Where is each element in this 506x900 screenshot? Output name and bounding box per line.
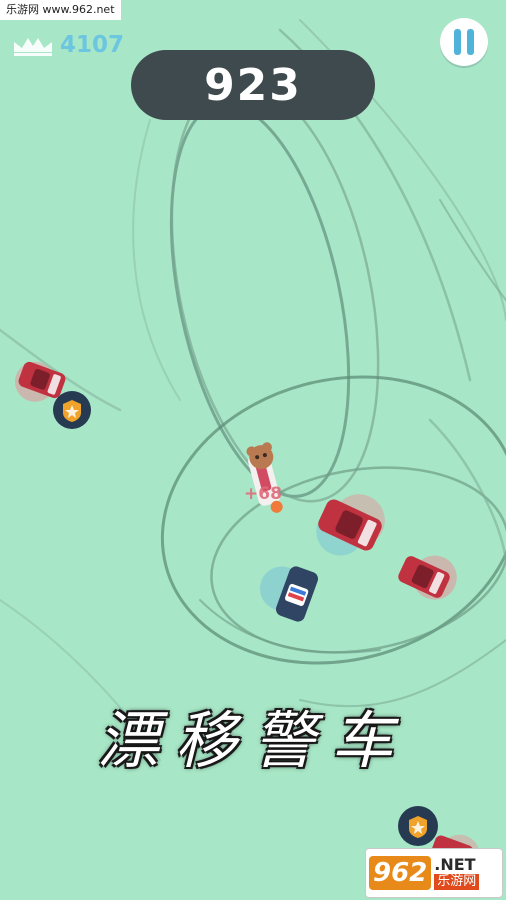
brand-name: 乐游网: [434, 874, 480, 890]
red-car-2: [316, 494, 385, 556]
brand-logo: 962 .NET 乐游网: [365, 848, 503, 898]
best-score-value: 4107: [60, 32, 125, 58]
pause-icon: [454, 29, 474, 55]
player-driver: [246, 442, 283, 513]
police-badge-icon-2: [398, 806, 438, 846]
brand-right: .NET 乐游网: [434, 855, 480, 890]
combo-text: +68: [244, 484, 282, 504]
score-panel: 923: [131, 50, 375, 120]
police-car: [259, 566, 319, 622]
game-stage[interactable]: { "watermark": { "text": "乐游网 www.962.ne…: [0, 0, 506, 900]
pause-button[interactable]: [440, 18, 488, 66]
police-badge-icon: [53, 391, 91, 429]
crown-icon: [14, 38, 52, 56]
best-score: 4107: [12, 32, 124, 58]
brand-net: .NET: [434, 855, 476, 874]
current-score: 923: [204, 59, 302, 111]
watermark-top: 乐游网 www.962.net: [0, 0, 121, 20]
brand-number: 962: [369, 856, 432, 890]
red-car-3: [398, 555, 457, 600]
game-title: 漂移警车: [96, 704, 409, 777]
